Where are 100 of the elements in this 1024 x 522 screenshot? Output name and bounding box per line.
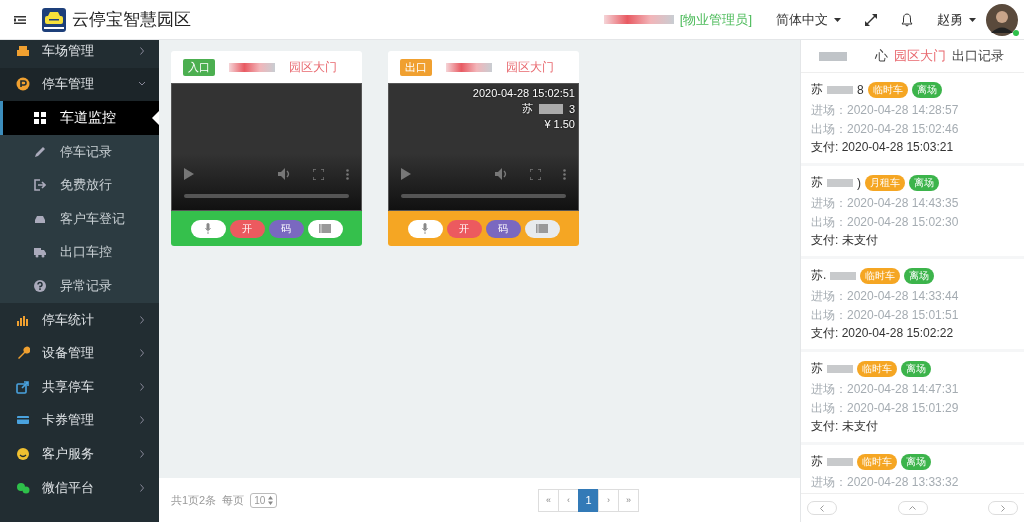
sidebar-subitem[interactable]: 出口车控 bbox=[0, 235, 159, 270]
sidebar-subitem[interactable]: 车道监控 bbox=[0, 101, 159, 135]
record-tag: 离场 bbox=[901, 453, 931, 470]
spinner-arrows-icon bbox=[268, 495, 274, 505]
camera-tag: 出口 bbox=[400, 58, 432, 76]
chevron-right-icon bbox=[139, 416, 145, 425]
chevron-right-icon bbox=[139, 382, 145, 391]
play-icon[interactable] bbox=[401, 168, 411, 180]
sidebar-item[interactable]: 停车管理 bbox=[0, 67, 159, 102]
video-player[interactable]: 2020-04-28 15:02:51 苏 3 ¥ 1.50 bbox=[388, 83, 579, 211]
plate-text: 3 bbox=[568, 102, 575, 115]
sidebar-item[interactable]: 停车统计 bbox=[0, 302, 159, 337]
redaction-mark bbox=[827, 457, 853, 466]
chevron-right-icon bbox=[139, 315, 145, 324]
payment-time: 支付: 2020-04-28 15:02:22 bbox=[811, 325, 955, 342]
more-icon[interactable] bbox=[346, 168, 349, 180]
record-time: 出场：2020-04-28 15:02:46 bbox=[811, 120, 960, 138]
sidebar-item[interactable]: 共享停车 bbox=[0, 369, 159, 404]
chevron-right-icon bbox=[139, 483, 145, 492]
submenu-icon bbox=[34, 112, 46, 124]
code-button[interactable]: 码 bbox=[268, 219, 304, 238]
submenu-icon bbox=[34, 179, 46, 192]
page-button[interactable]: 1 bbox=[578, 488, 599, 512]
menu-item-icon bbox=[16, 446, 30, 461]
volume-icon[interactable] bbox=[495, 168, 508, 180]
list-button[interactable] bbox=[307, 219, 343, 238]
record-tag: 离场 bbox=[911, 81, 942, 98]
payment-time: 支付: 2020-04-28 15:03:21 bbox=[811, 139, 955, 156]
record-tag: 临时车 bbox=[860, 267, 901, 284]
bell-icon[interactable] bbox=[901, 12, 913, 27]
panel-title-prefix: 心 bbox=[875, 47, 888, 65]
sidebar-item[interactable]: 车场管理 bbox=[0, 40, 159, 68]
record-tag: 离场 bbox=[904, 267, 935, 284]
code-button[interactable]: 码 bbox=[485, 219, 521, 238]
record-tag: 临时车 bbox=[857, 360, 897, 377]
user-role: [物业管理员] bbox=[679, 10, 752, 29]
microphone-button[interactable] bbox=[190, 219, 226, 238]
progress-track[interactable] bbox=[184, 194, 349, 198]
per-page-label: 每页 bbox=[222, 492, 245, 508]
plate-number: 苏 bbox=[811, 360, 823, 377]
redaction-mark bbox=[827, 178, 853, 187]
list-icon bbox=[536, 224, 548, 233]
sidebar-subitem[interactable]: 停车记录 bbox=[0, 134, 159, 169]
plate-number: 8 bbox=[857, 82, 864, 97]
microphone-button[interactable] bbox=[407, 219, 443, 238]
fullscreen-icon[interactable] bbox=[865, 13, 877, 26]
more-icon[interactable] bbox=[563, 168, 566, 180]
fee-text: ¥ 1.50 bbox=[544, 118, 575, 130]
menu-item-icon bbox=[16, 480, 30, 495]
avatar bbox=[986, 3, 1018, 36]
chevron-up-icon bbox=[909, 506, 916, 510]
sidebar-item[interactable]: 微信平台 bbox=[0, 470, 159, 505]
menu-item-icon bbox=[16, 346, 30, 361]
sidebar-subitem[interactable]: 免费放行 bbox=[0, 168, 159, 202]
progress-track[interactable] bbox=[401, 194, 566, 198]
gate-name: 园区大门 bbox=[506, 58, 554, 76]
redaction-mark bbox=[819, 51, 847, 61]
plate-number: ) bbox=[857, 175, 861, 190]
camera-tag: 入口 bbox=[183, 58, 215, 76]
page-button[interactable]: ‹ bbox=[558, 488, 579, 512]
record-time: 进场：2020-04-28 14:33:44 bbox=[811, 288, 960, 305]
plate-number: 苏 bbox=[811, 453, 823, 470]
page-button[interactable]: « bbox=[538, 488, 559, 512]
play-icon[interactable] bbox=[184, 168, 194, 180]
page-summary: 共1页2条 bbox=[171, 492, 217, 508]
plate-number: 苏. bbox=[811, 267, 827, 284]
record-time: 进场：2020-04-28 13:33:32 bbox=[811, 474, 960, 491]
chevron-right-icon bbox=[139, 46, 145, 55]
video-player[interactable] bbox=[171, 83, 362, 211]
volume-icon[interactable] bbox=[278, 168, 291, 180]
sidebar-subitem[interactable]: 异常记录 bbox=[0, 269, 159, 303]
record-tag: 离场 bbox=[901, 360, 931, 377]
redaction-mark bbox=[827, 85, 853, 94]
page-button[interactable]: » bbox=[618, 488, 639, 512]
plate-text: 苏 bbox=[521, 101, 533, 116]
menu-item-icon bbox=[16, 379, 30, 394]
page-button[interactable]: › bbox=[598, 488, 619, 512]
chevron-right-icon bbox=[1001, 504, 1005, 512]
language-dropdown[interactable]: 简体中文 bbox=[776, 10, 841, 29]
user-menu[interactable]: 赵勇 bbox=[937, 10, 976, 29]
sidebar-subitem[interactable]: 客户车登记 bbox=[0, 201, 159, 236]
submenu-icon bbox=[34, 279, 46, 292]
menu-icon[interactable] bbox=[14, 14, 26, 25]
sidebar-item[interactable]: 设备管理 bbox=[0, 336, 159, 370]
redaction-mark bbox=[229, 62, 275, 72]
sidebar-item[interactable]: 卡券管理 bbox=[0, 403, 159, 438]
record-time: 出场：2020-04-28 15:01:29 bbox=[811, 399, 960, 417]
record-time: 进场：2020-04-28 14:47:31 bbox=[811, 381, 960, 398]
redaction-mark bbox=[446, 62, 492, 72]
record-tag: 离场 bbox=[909, 174, 939, 191]
caret-icon bbox=[969, 17, 976, 22]
microphone-icon bbox=[205, 223, 211, 234]
record-tag: 临时车 bbox=[867, 81, 908, 98]
redaction-mark bbox=[603, 15, 674, 24]
list-button[interactable] bbox=[524, 219, 560, 238]
submenu-icon bbox=[34, 145, 46, 158]
panel-title: 出口记录 bbox=[952, 47, 1004, 65]
record-time: 出场：2020-04-28 15:01:51 bbox=[811, 306, 960, 324]
chevron-right-icon bbox=[139, 349, 145, 358]
sidebar-item[interactable]: 客户服务 bbox=[0, 437, 159, 471]
